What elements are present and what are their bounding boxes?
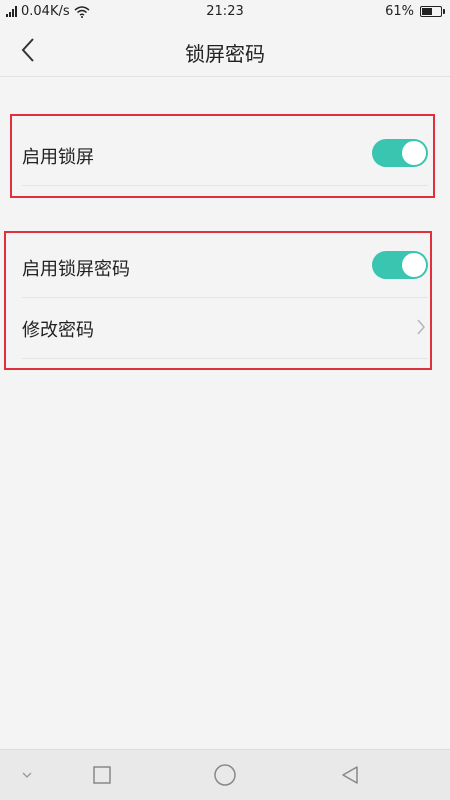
enable-lock-toggle[interactable]	[372, 139, 428, 167]
status-bar: 0.04K/s 21:23 61%	[0, 0, 450, 24]
nav-home-button[interactable]	[212, 762, 238, 788]
enable-lock-row[interactable]: 启用锁屏	[22, 125, 428, 186]
battery-percent: 61%	[385, 4, 414, 19]
status-time: 21:23	[206, 4, 244, 19]
header: 锁屏密码	[0, 24, 450, 77]
toggle-knob	[402, 253, 426, 277]
recent-apps-icon	[93, 766, 111, 784]
nav-back-button[interactable]	[337, 762, 363, 788]
enable-lock-label: 启用锁屏	[22, 147, 94, 168]
battery-icon	[420, 6, 445, 17]
status-right: 61%	[385, 4, 445, 19]
navigation-bar	[0, 749, 450, 800]
back-triangle-icon	[342, 766, 358, 784]
password-section: 启用锁屏密码 修改密码	[0, 237, 450, 359]
home-icon	[214, 764, 236, 786]
change-password-row[interactable]: 修改密码	[22, 298, 428, 359]
toggle-knob	[402, 141, 426, 165]
chevron-down-icon	[22, 772, 32, 778]
change-password-label: 修改密码	[22, 320, 94, 341]
lock-section: 启用锁屏	[0, 125, 450, 186]
page-title: 锁屏密码	[185, 42, 265, 66]
enable-password-toggle[interactable]	[372, 251, 428, 279]
nav-recent-button[interactable]	[89, 762, 115, 788]
enable-password-label: 启用锁屏密码	[22, 259, 130, 280]
battery-fill	[422, 8, 433, 15]
enable-password-row[interactable]: 启用锁屏密码	[22, 237, 428, 298]
chevron-right-icon	[417, 319, 425, 335]
nav-collapse-button[interactable]	[14, 762, 40, 788]
